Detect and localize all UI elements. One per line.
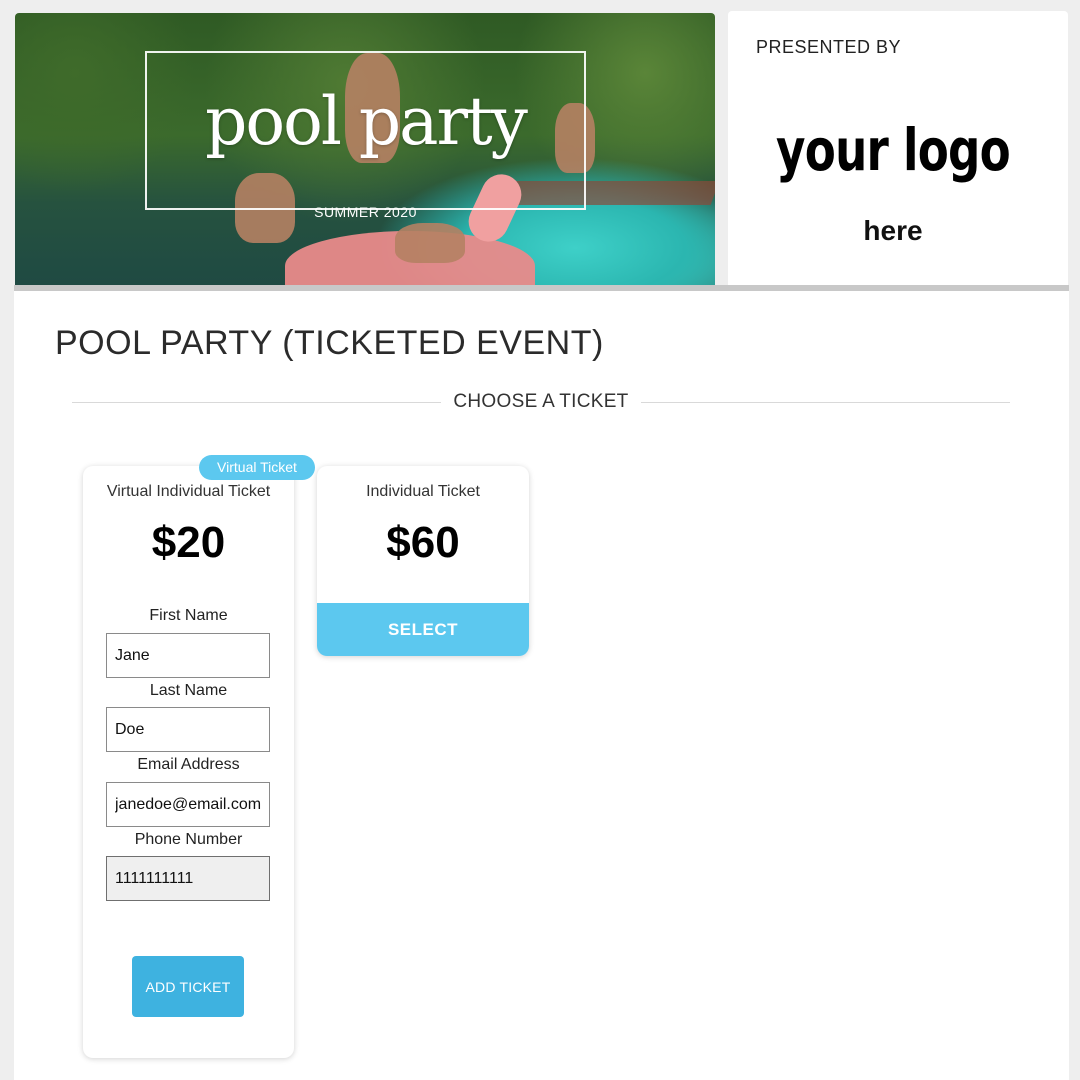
phone-field[interactable] [106,856,270,901]
ticket-price: $60 [386,518,460,567]
add-ticket-button[interactable]: ADD TICKET [132,956,244,1017]
first-name-field[interactable] [106,633,270,678]
ticket-price: $20 [151,518,226,567]
first-name-label: First Name [149,607,228,624]
sponsor-logo-subtext: here [863,215,923,246]
ticket-card-individual: Individual Ticket $60 SELECT [317,466,529,656]
ticket-name: Individual Ticket [366,483,480,500]
email-field[interactable] [106,782,270,827]
event-title: POOL PARTY (TICKETED EVENT) [55,324,604,362]
ticket-name: Virtual Individual Ticket [106,483,271,500]
presented-by-card: PRESENTED BY your logo here [728,11,1068,285]
event-main-panel: POOL PARTY (TICKETED EVENT) CHOOSE A TIC… [14,291,1069,1080]
select-ticket-button[interactable]: SELECT [317,603,529,656]
choose-ticket-heading-text: CHOOSE A TICKET [441,391,641,412]
page: pool party SUMMER 2020 PRESENTED BY your… [0,0,1080,1080]
banner-title: pool party [205,83,528,160]
last-name-label: Last Name [149,682,228,699]
event-banner-image: pool party SUMMER 2020 [15,13,715,285]
email-label: Email Address [137,756,240,773]
choose-ticket-heading: CHOOSE A TICKET [14,391,1068,413]
banner-subtitle: SUMMER 2020 [314,204,417,220]
phone-label: Phone Number [134,831,243,848]
virtual-ticket-badge: Virtual Ticket [199,455,315,480]
ticket-card-virtual-individual: Virtual Individual Ticket $20 First Name… [83,466,294,1058]
presented-by-label: PRESENTED BY [756,37,902,57]
person-figure [395,223,465,263]
last-name-field[interactable] [106,707,270,752]
sponsor-logo: your logo [776,116,1011,184]
